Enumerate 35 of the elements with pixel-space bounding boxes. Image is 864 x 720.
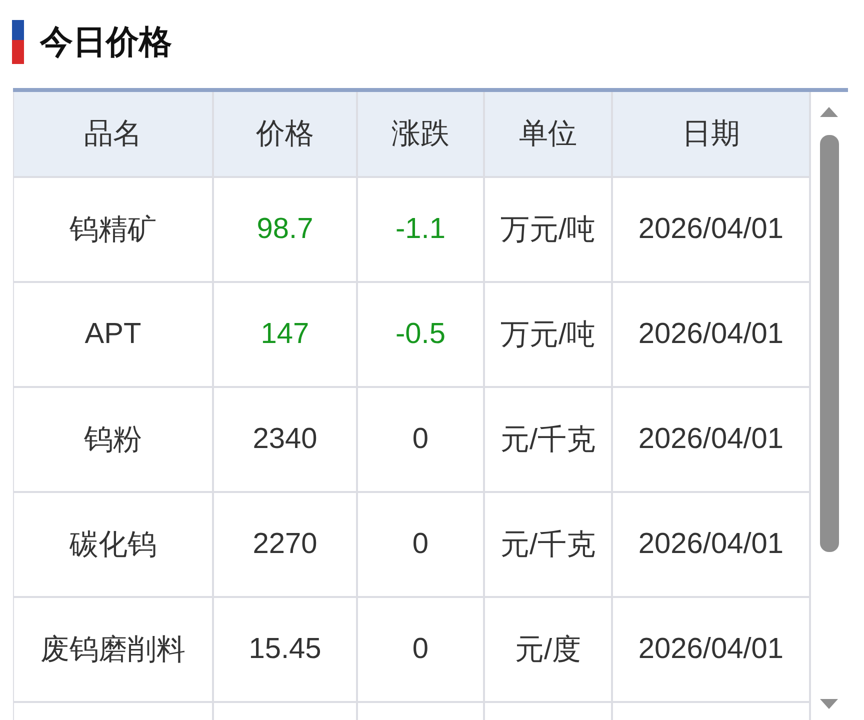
table-cell: 废钨磨削料	[14, 598, 214, 703]
table-cell: 万元/吨	[485, 283, 613, 388]
column-header: 单位	[485, 92, 613, 178]
table-cell: 2026/04/01	[613, 388, 811, 493]
table-cell: 0	[358, 493, 485, 598]
column-header: 品名	[14, 92, 214, 178]
table-cell: 0	[358, 598, 485, 703]
column-header: 价格	[214, 92, 358, 178]
table-cell: 钨粉	[14, 388, 214, 493]
section-title: 今日价格	[40, 22, 172, 62]
table-cell: 147	[214, 283, 358, 388]
scrollbar-thumb[interactable]	[820, 135, 839, 552]
column-header: 日期	[613, 92, 811, 178]
table-cell: 2026/04/01	[613, 178, 811, 283]
table-cell: 钨精矿	[14, 178, 214, 283]
table-cell: 2340	[214, 388, 358, 493]
scroll-down-icon[interactable]	[819, 698, 839, 710]
table-cell: 2026/04/01	[613, 283, 811, 388]
table-cell: 元/千克	[485, 493, 613, 598]
table-cell: 2026/04/01	[613, 493, 811, 598]
table-cell: -0.5	[358, 283, 485, 388]
table-cell: 0	[358, 388, 485, 493]
column-header: 涨跌	[358, 92, 485, 178]
table-cell: 2026/04/01	[613, 598, 811, 703]
table-cell: 15.45	[214, 598, 358, 703]
table-cell: 元/千克	[485, 388, 613, 493]
scroll-up-icon[interactable]	[819, 106, 839, 118]
table-cell: 2270	[214, 493, 358, 598]
table-cell: 98.7	[214, 178, 358, 283]
table-cell: -1.1	[358, 178, 485, 283]
table-cell: APT	[14, 283, 214, 388]
table-cell: 元/度	[485, 598, 613, 703]
title-accent-bar	[12, 20, 24, 64]
table-cell: 碳化钨	[14, 493, 214, 598]
table-cell: 万元/吨	[485, 178, 613, 283]
